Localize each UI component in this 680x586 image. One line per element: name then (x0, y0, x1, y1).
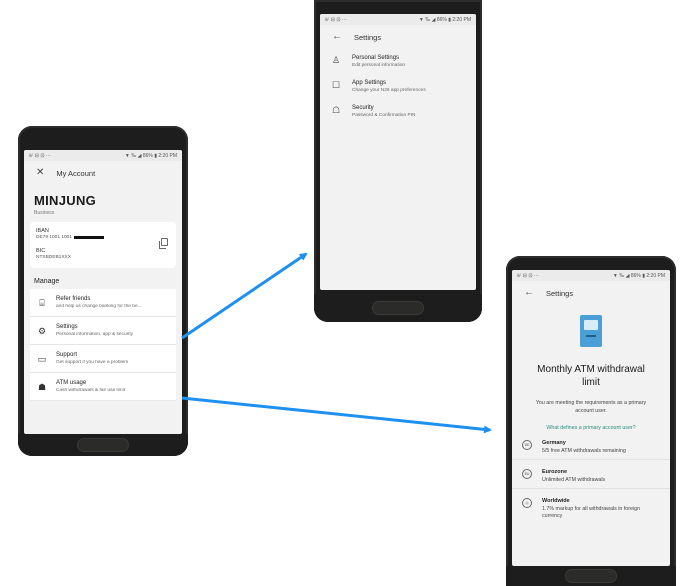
arrow-to-atm-limit (181, 396, 492, 434)
arrow-to-settings (181, 252, 308, 340)
flow-arrows (181, 252, 492, 434)
